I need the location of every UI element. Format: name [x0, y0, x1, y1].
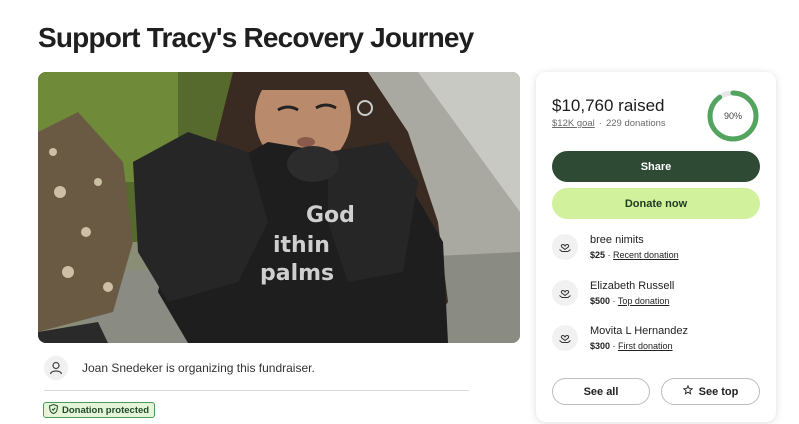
organizer-text: Joan Snedeker is organizing this fundrai…	[82, 361, 315, 375]
donation-card: $10,760 raised $12K goal · 229 donations 9…	[536, 72, 776, 422]
badge-label: Donation protected	[62, 404, 150, 416]
shirt-text-line2: ithin	[273, 233, 330, 258]
donation-protected-badge[interactable]: Donation protected	[43, 402, 156, 418]
goal-line: $12K goal · 229 donations	[552, 118, 666, 129]
shirt-text-line3: palms	[260, 261, 334, 286]
donor-item: Elizabeth Russell $500 · Top donation	[552, 279, 674, 306]
donor-tag-link[interactable]: Recent donation	[613, 250, 679, 260]
donor-name: bree nimits	[590, 234, 644, 246]
donor-amount: $500	[590, 296, 611, 306]
donor-amount: $300	[590, 341, 611, 351]
heart-hand-icon	[552, 280, 578, 306]
share-button[interactable]: Share	[552, 151, 760, 182]
progress-percent: 90%	[723, 111, 742, 121]
see-all-label: See all	[583, 385, 619, 398]
donor-name: Elizabeth Russell	[590, 280, 675, 292]
see-all-button[interactable]: See all	[552, 378, 650, 405]
shield-icon	[48, 403, 59, 417]
divider	[44, 390, 469, 391]
donor-item: Movita L Hernandez $300 · First donation	[552, 324, 688, 351]
page-title: Support Tracy's Recovery Journey	[38, 22, 474, 53]
see-top-button[interactable]: See top	[661, 378, 760, 405]
fundraiser-photo[interactable]: God ithin palms	[38, 72, 520, 343]
star-icon	[682, 384, 693, 398]
shirt-text-line1: God	[306, 203, 355, 228]
photo-illustration: God ithin palms	[38, 72, 520, 343]
donor-tag-link[interactable]: Top donation	[618, 296, 670, 306]
goal-link[interactable]: $12K goal	[552, 118, 595, 129]
person-icon	[44, 356, 68, 380]
donor-tag-link[interactable]: First donation	[618, 341, 673, 351]
donation-count: 229 donations	[605, 118, 666, 129]
heart-hand-icon	[552, 234, 578, 260]
donate-now-button[interactable]: Donate now	[552, 188, 760, 219]
heart-hand-icon	[552, 325, 578, 351]
donor-amount: $25	[590, 250, 606, 260]
amount-raised: $10,760 raised	[552, 96, 665, 115]
progress-ring: 90%	[706, 89, 760, 143]
see-top-label: See top	[698, 385, 739, 398]
organizer-row: Joan Snedeker is organizing this fundrai…	[44, 356, 315, 380]
donor-name: Movita L Hernandez	[590, 325, 689, 337]
donor-item: bree nimits $25 · Recent donation	[552, 233, 679, 260]
